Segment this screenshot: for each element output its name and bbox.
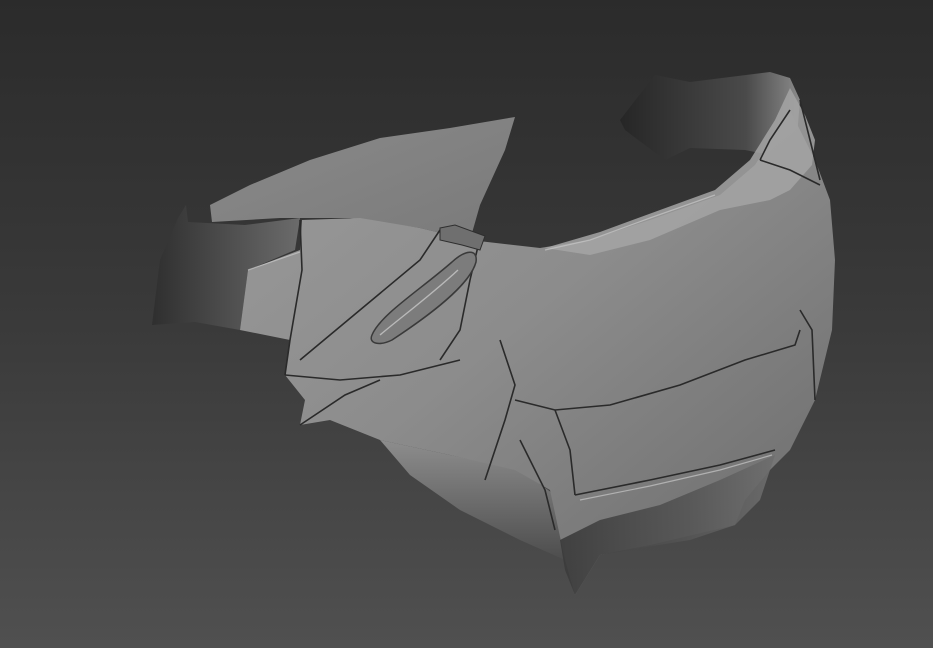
armor-model-render	[152, 72, 835, 595]
3d-viewport[interactable]	[0, 0, 933, 648]
